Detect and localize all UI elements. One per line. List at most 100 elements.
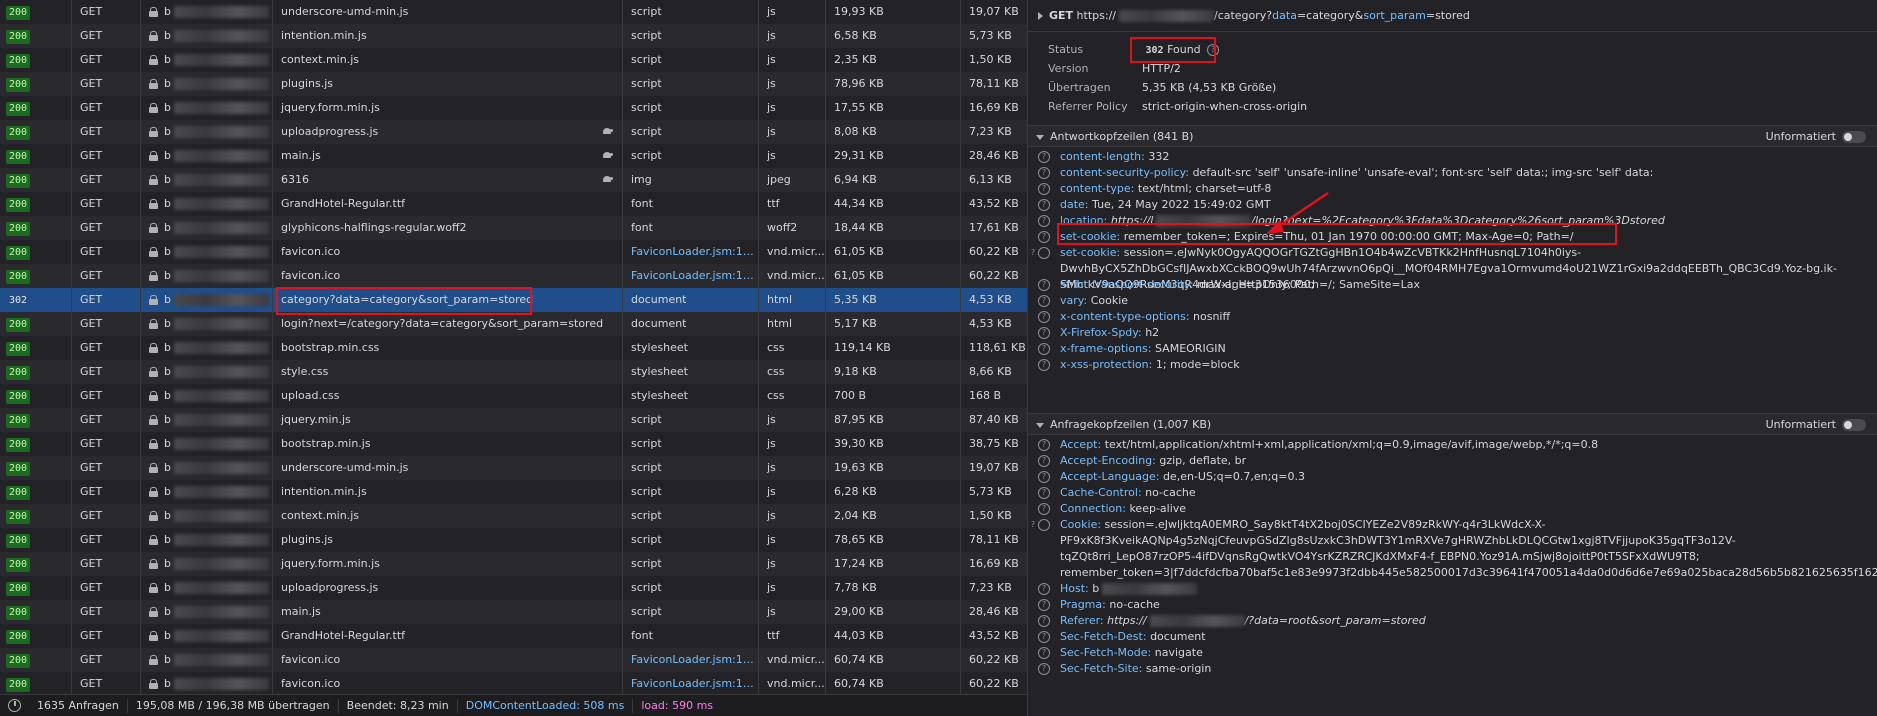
file-cell[interactable]: uploadprogress.js bbox=[272, 576, 622, 600]
request-row[interactable]: 200 GET b favicon.ico FaviconLoader.jsm:191 … bbox=[0, 264, 1027, 288]
file-cell[interactable]: upload.css bbox=[272, 384, 622, 408]
help-icon[interactable]: ? bbox=[1038, 199, 1050, 211]
help-icon[interactable]: ? bbox=[1038, 295, 1050, 307]
header-row[interactable]: ? x-frame-options: SAMEORIGIN bbox=[1038, 341, 1868, 357]
header-row[interactable]: ? x-content-type-options: nosniff bbox=[1038, 309, 1868, 325]
request-row[interactable]: 200 GET b favicon.ico FaviconLoader.jsm:191 … bbox=[0, 240, 1027, 264]
header-row[interactable]: ? strict-transport-security: max-age=3153… bbox=[1038, 277, 1868, 293]
file-cell[interactable]: underscore-umd-min.js bbox=[272, 0, 622, 24]
help-icon[interactable]: ? bbox=[1038, 231, 1050, 243]
header-row[interactable]: ? Host: b bbox=[1038, 581, 1868, 597]
request-row[interactable]: 200 GET b 6316 img jpeg 6,94 KB 6,13 KB bbox=[0, 168, 1027, 192]
request-row[interactable]: 200 GET b GrandHotel-Regular.ttf font ttf 44,3… bbox=[0, 192, 1027, 216]
request-row[interactable]: 200 GET b intention.min.js script js 6,28 KB 5,… bbox=[0, 480, 1027, 504]
request-row[interactable]: 200 GET b GrandHotel-Regular.ttf font ttf 44,0… bbox=[0, 624, 1027, 648]
request-row[interactable]: 200 GET b jquery.form.min.js script js 17,24 K… bbox=[0, 552, 1027, 576]
request-row[interactable]: 200 GET b underscore-umd-min.js script js 19,6… bbox=[0, 456, 1027, 480]
help-icon[interactable]: ? bbox=[1038, 583, 1050, 595]
help-icon[interactable]: ? bbox=[1038, 343, 1050, 355]
file-cell[interactable]: favicon.ico bbox=[272, 648, 622, 672]
expand-triangle-icon[interactable] bbox=[1038, 12, 1043, 20]
help-icon[interactable]: ? bbox=[1038, 327, 1050, 339]
help-icon[interactable]: ? bbox=[1038, 471, 1050, 483]
file-cell[interactable]: glyphicons-halflings-regular.woff2 bbox=[272, 216, 622, 240]
request-row[interactable]: 200 GET b underscore-umd-min.js script js 19,9… bbox=[0, 0, 1027, 24]
collapse-triangle-icon[interactable] bbox=[1036, 422, 1044, 428]
file-cell[interactable]: favicon.ico bbox=[272, 264, 622, 288]
request-row[interactable]: 200 GET b glyphicons-halflings-regular.woff… bbox=[0, 216, 1027, 240]
file-cell[interactable]: uploadprogress.js bbox=[272, 120, 622, 144]
request-row[interactable]: 200 GET b uploadprogress.js script js 8,08 KB 7… bbox=[0, 120, 1027, 144]
file-cell[interactable]: jquery.form.min.js bbox=[272, 552, 622, 576]
raw-toggle-request[interactable]: Unformatiert bbox=[1766, 414, 1866, 436]
header-row[interactable]: ? Connection: keep-alive bbox=[1038, 501, 1868, 517]
header-row[interactable]: ? vary: Cookie bbox=[1038, 293, 1868, 309]
request-headers-section[interactable]: Anfragekopfzeilen (1,007 KB) Unformatier… bbox=[1028, 413, 1877, 435]
file-cell[interactable]: 6316 bbox=[272, 168, 622, 192]
request-row[interactable]: 200 GET b context.min.js script js 2,35 KB 1,50… bbox=[0, 48, 1027, 72]
initiator-cell[interactable]: FaviconLoader.jsm:191 ... bbox=[622, 240, 758, 264]
response-headers-section[interactable]: Antwortkopfzeilen (841 B) Unformatiert bbox=[1028, 125, 1877, 147]
header-row[interactable]: ? content-type: text/html; charset=utf-8 bbox=[1038, 181, 1868, 197]
header-row[interactable]: ? Sec-Fetch-Site: same-origin bbox=[1038, 661, 1868, 677]
header-row[interactable]: ? Accept-Encoding: gzip, deflate, br bbox=[1038, 453, 1868, 469]
file-cell[interactable]: intention.min.js bbox=[272, 480, 622, 504]
request-row[interactable]: 200 GET b jquery.min.js script js 87,95 KB 87,4… bbox=[0, 408, 1027, 432]
help-icon[interactable]: ? bbox=[1038, 631, 1050, 643]
collapse-triangle-icon[interactable] bbox=[1036, 134, 1044, 140]
help-icon[interactable]: ? bbox=[1031, 519, 1050, 531]
help-icon[interactable]: ? bbox=[1038, 455, 1050, 467]
request-row[interactable]: 200 GET b jquery.form.min.js script js 17,55 K… bbox=[0, 96, 1027, 120]
initiator-cell[interactable]: FaviconLoader.jsm:191 ... bbox=[622, 672, 758, 694]
file-cell[interactable]: jquery.min.js bbox=[272, 408, 622, 432]
request-row[interactable]: 200 GET b bootstrap.min.js script js 39,30 KB 3… bbox=[0, 432, 1027, 456]
stopwatch-icon[interactable] bbox=[8, 699, 21, 712]
header-row[interactable]: ? date: Tue, 24 May 2022 15:49:02 GMT bbox=[1038, 197, 1868, 213]
request-row[interactable]: 200 GET b uploadprogress.js script js 7,78 KB 7… bbox=[0, 576, 1027, 600]
request-row[interactable]: 200 GET b intention.min.js script js 6,58 KB 5,… bbox=[0, 24, 1027, 48]
header-row[interactable]: ? Pragma: no-cache bbox=[1038, 597, 1868, 613]
initiator-cell[interactable]: FaviconLoader.jsm:191 ... bbox=[622, 648, 758, 672]
help-icon[interactable]: ? bbox=[1038, 151, 1050, 163]
file-cell[interactable]: underscore-umd-min.js bbox=[272, 456, 622, 480]
request-row[interactable]: 200 GET b style.css stylesheet css 9,18 KB 8,66… bbox=[0, 360, 1027, 384]
help-icon[interactable]: ? bbox=[1038, 615, 1050, 627]
request-row[interactable]: 200 GET b context.min.js script js 2,04 KB 1,50… bbox=[0, 504, 1027, 528]
file-cell[interactable]: context.min.js bbox=[272, 504, 622, 528]
header-row[interactable]: ? Sec-Fetch-Dest: document bbox=[1038, 629, 1868, 645]
header-row[interactable]: ? Cache-Control: no-cache bbox=[1038, 485, 1868, 501]
file-cell[interactable]: main.js bbox=[272, 144, 622, 168]
file-cell[interactable]: favicon.ico bbox=[272, 672, 622, 694]
help-icon[interactable]: ? bbox=[1038, 647, 1050, 659]
file-cell[interactable]: plugins.js bbox=[272, 528, 622, 552]
header-row[interactable]: ? Accept-Language: de,en-US;q=0.7,en;q=0.… bbox=[1038, 469, 1868, 485]
request-row[interactable]: 200 GET b bootstrap.min.css stylesheet css 119… bbox=[0, 336, 1027, 360]
help-icon[interactable]: ? bbox=[1038, 167, 1050, 179]
help-icon[interactable]: ? bbox=[1038, 359, 1050, 371]
help-icon[interactable]: ? bbox=[1038, 183, 1050, 195]
request-row[interactable]: 200 GET b upload.css stylesheet css 700 B 168 B bbox=[0, 384, 1027, 408]
header-row[interactable]: ? Cookie: session=.eJwljktqA0EMRO_Say8ktT… bbox=[1031, 517, 1877, 581]
file-cell[interactable]: intention.min.js bbox=[272, 24, 622, 48]
help-icon[interactable]: ? bbox=[1038, 503, 1050, 515]
help-icon[interactable]: ? bbox=[1038, 599, 1050, 611]
help-icon[interactable]: ? bbox=[1038, 215, 1050, 227]
toggle-switch[interactable] bbox=[1842, 131, 1866, 143]
file-cell[interactable]: plugins.js bbox=[272, 72, 622, 96]
file-cell[interactable]: style.css bbox=[272, 360, 622, 384]
file-cell[interactable]: bootstrap.min.css bbox=[272, 336, 622, 360]
file-cell[interactable]: jquery.form.min.js bbox=[272, 96, 622, 120]
header-row[interactable]: ? Sec-Fetch-Mode: navigate bbox=[1038, 645, 1868, 661]
header-row[interactable]: ? content-length: 332 bbox=[1038, 149, 1868, 165]
request-url-bar[interactable]: GET https:// /category?data=category&sort… bbox=[1028, 0, 1877, 32]
toggle-switch[interactable] bbox=[1842, 419, 1866, 431]
file-cell[interactable]: bootstrap.min.js bbox=[272, 432, 622, 456]
help-icon[interactable]: ? bbox=[1038, 439, 1050, 451]
request-row[interactable]: 200 GET b plugins.js script js 78,96 KB 78,11 K… bbox=[0, 72, 1027, 96]
help-icon[interactable]: ? bbox=[1038, 487, 1050, 499]
header-row[interactable]: ? Accept: text/html,application/xhtml+xml… bbox=[1038, 437, 1868, 453]
help-icon[interactable]: ? bbox=[1038, 311, 1050, 323]
request-row[interactable]: 200 GET b main.js script js 29,00 KB 28,46 KB bbox=[0, 600, 1027, 624]
help-icon[interactable]: ? bbox=[1038, 663, 1050, 675]
request-row[interactable]: 200 GET b plugins.js script js 78,65 KB 78,11 K… bbox=[0, 528, 1027, 552]
